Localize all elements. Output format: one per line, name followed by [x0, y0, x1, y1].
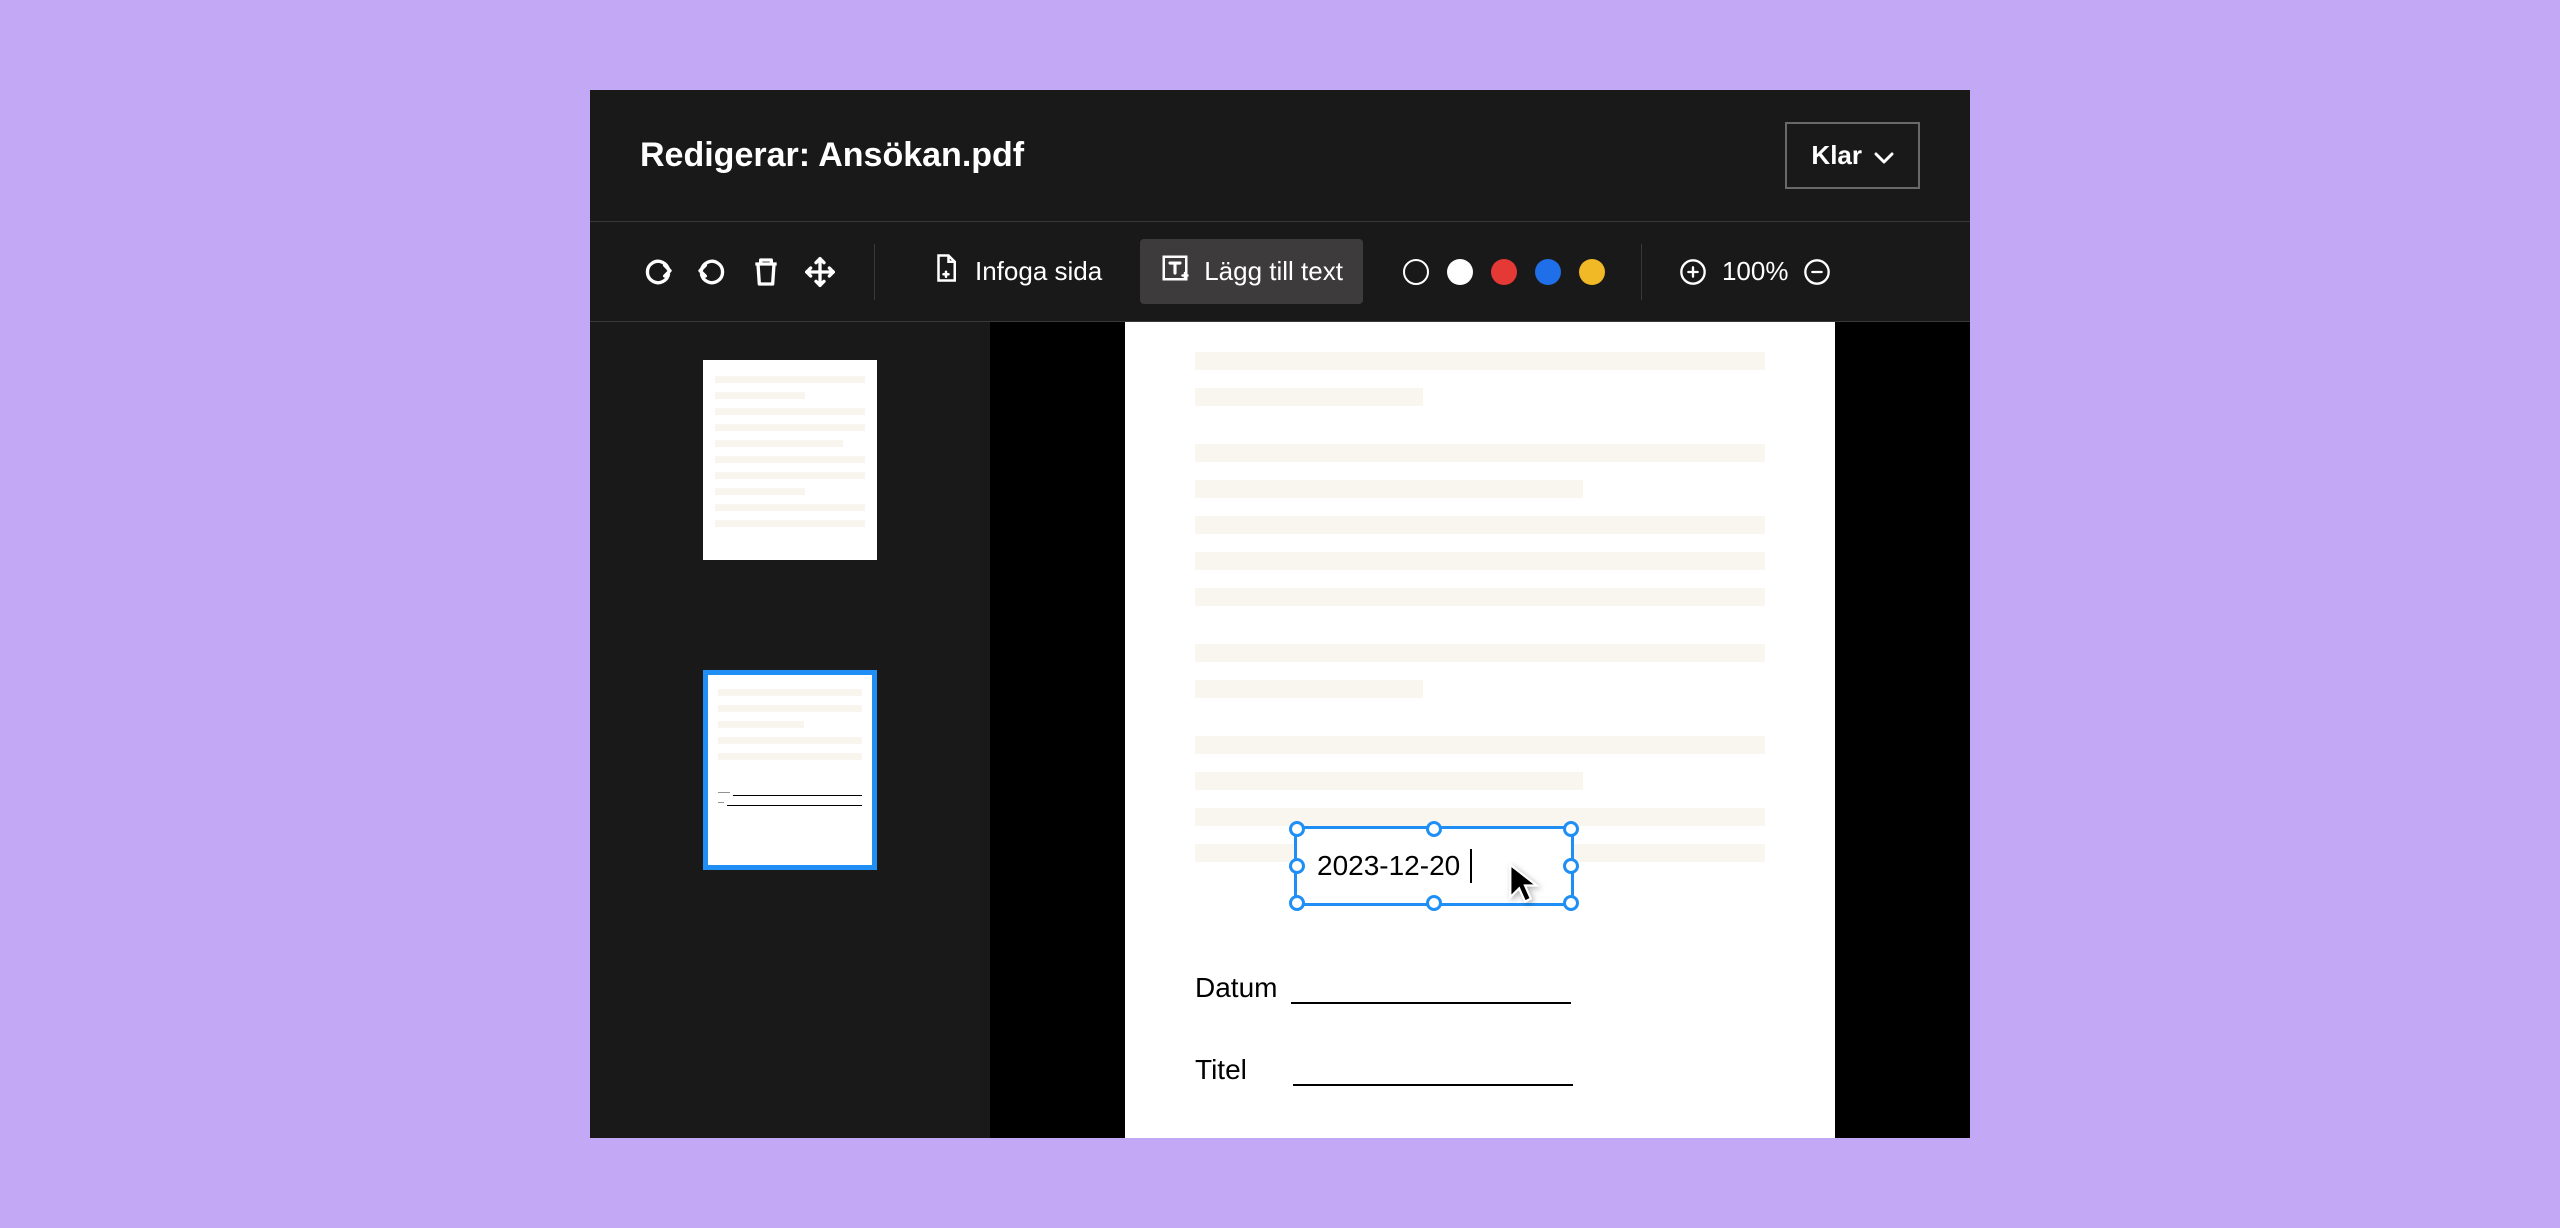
- color-swatch-red[interactable]: [1491, 259, 1517, 285]
- insert-page-label: Infoga sida: [975, 256, 1102, 287]
- color-swatch-blue[interactable]: [1535, 259, 1561, 285]
- resize-handle-tl[interactable]: [1289, 821, 1305, 837]
- thumbnail-sidebar: —— —: [590, 322, 990, 1138]
- titel-label: Titel: [1195, 1054, 1247, 1086]
- zoom-out-button[interactable]: [1802, 257, 1832, 287]
- done-button-label: Klar: [1811, 140, 1862, 171]
- zoom-controls: 100%: [1678, 256, 1833, 287]
- add-text-label: Lägg till text: [1204, 256, 1343, 287]
- document-page[interactable]: Datum Titel 2023-12-20: [1125, 322, 1835, 1138]
- color-swatch-yellow[interactable]: [1579, 259, 1605, 285]
- color-swatch-white[interactable]: [1447, 259, 1473, 285]
- titel-line: [1293, 1084, 1573, 1086]
- page-thumbnail-1[interactable]: [703, 360, 877, 560]
- delete-button[interactable]: [748, 254, 784, 290]
- chevron-down-icon: [1874, 140, 1894, 171]
- add-text-icon: [1160, 253, 1190, 290]
- undo-button[interactable]: [694, 254, 730, 290]
- zoom-value: 100%: [1722, 256, 1789, 287]
- text-cursor: [1470, 849, 1472, 883]
- toolbar-divider: [874, 244, 875, 300]
- move-button[interactable]: [802, 254, 838, 290]
- redo-button[interactable]: [640, 254, 676, 290]
- done-button[interactable]: Klar: [1785, 122, 1920, 189]
- datum-line: [1291, 1002, 1571, 1004]
- resize-handle-br[interactable]: [1563, 895, 1579, 911]
- text-box-value: 2023-12-20: [1317, 850, 1460, 882]
- resize-handle-tr[interactable]: [1563, 821, 1579, 837]
- resize-handle-tm[interactable]: [1426, 821, 1442, 837]
- add-text-button[interactable]: Lägg till text: [1140, 239, 1363, 304]
- insert-page-icon: [931, 253, 961, 290]
- datum-label: Datum: [1195, 972, 1277, 1004]
- resize-handle-mr[interactable]: [1563, 858, 1579, 874]
- page-thumbnail-2[interactable]: —— —: [703, 670, 877, 870]
- insert-page-button[interactable]: Infoga sida: [911, 239, 1122, 304]
- toolbar-divider: [1641, 244, 1642, 300]
- color-swatch-black[interactable]: [1403, 259, 1429, 285]
- canvas[interactable]: Datum Titel 2023-12-20: [990, 322, 1970, 1138]
- color-swatches: [1403, 259, 1605, 285]
- header: Redigerar: Ansökan.pdf Klar: [590, 90, 1970, 222]
- content-area: —— —: [590, 322, 1970, 1138]
- resize-handle-bl[interactable]: [1289, 895, 1305, 911]
- page-title: Redigerar: Ansökan.pdf: [640, 136, 1024, 175]
- toolbar: Infoga sida Lägg till text 100%: [590, 222, 1970, 322]
- resize-handle-ml[interactable]: [1289, 858, 1305, 874]
- zoom-in-button[interactable]: [1678, 257, 1708, 287]
- resize-handle-bm[interactable]: [1426, 895, 1442, 911]
- app-window: Redigerar: Ansökan.pdf Klar: [590, 90, 1970, 1138]
- text-input-box[interactable]: 2023-12-20: [1294, 826, 1574, 906]
